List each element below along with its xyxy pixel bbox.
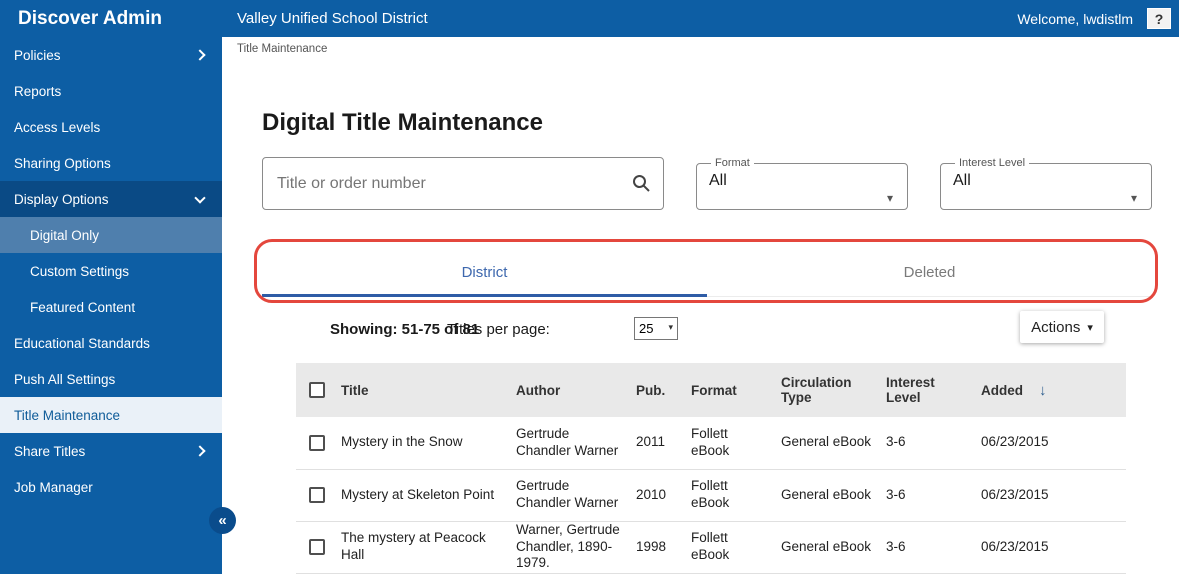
sort-descending-icon[interactable]: ↓ — [1039, 382, 1047, 399]
main-content: Title Maintenance Digital Title Maintena… — [222, 37, 1179, 574]
actions-button[interactable]: Actions ▾ — [1020, 311, 1104, 343]
sidebar-item-label: Push All Settings — [14, 371, 116, 387]
sidebar-item-job-manager[interactable]: Job Manager — [0, 469, 222, 505]
chevron-down-icon — [194, 191, 206, 204]
cell-interest-level: 3-6 — [886, 486, 906, 502]
chevron-right-icon — [194, 445, 206, 457]
table-row: Mystery in the Snow Gertrude Chandler Wa… — [296, 417, 1126, 469]
sidebar-item-educational-standards[interactable]: Educational Standards — [0, 325, 222, 361]
sidebar-item-label: Digital Only — [30, 227, 100, 243]
cell-author: Gertrude Chandler Warner — [516, 478, 619, 510]
sidebar-item-display-options[interactable]: Display Options — [0, 181, 222, 217]
cell-pub: 1998 — [636, 538, 667, 554]
cell-interest-level: 3-6 — [886, 538, 906, 554]
sidebar-item-label: Display Options — [14, 191, 109, 207]
select-all-checkbox[interactable] — [309, 382, 325, 398]
sidebar-item-access-levels[interactable]: Access Levels — [0, 109, 222, 145]
app-title: Discover Admin — [18, 7, 162, 29]
tab-deleted[interactable]: Deleted — [707, 251, 1152, 296]
interest-level-dropdown[interactable]: Interest Level All ▾ — [940, 157, 1152, 210]
cell-circulation-type: General eBook — [781, 486, 872, 502]
col-header-interest-level[interactable]: Interest Level — [886, 363, 981, 417]
per-page-select-wrap: 25 — [634, 317, 678, 340]
chevron-right-icon — [194, 49, 206, 61]
actions-caret-icon: ▾ — [1087, 321, 1093, 334]
col-header-circulation-type[interactable]: Circulation Type — [781, 363, 886, 417]
tab-bar: District Deleted — [262, 251, 1152, 297]
col-header-added[interactable]: Added ↓ — [981, 363, 1126, 417]
cell-title: Mystery in the Snow — [341, 434, 463, 450]
cell-circulation-type: General eBook — [781, 538, 872, 554]
format-dropdown-label: Format — [715, 157, 750, 169]
sidebar-item-sharing-options[interactable]: Sharing Options — [0, 145, 222, 181]
sidebar-item-label: Custom Settings — [30, 263, 130, 279]
cell-circulation-type: General eBook — [781, 434, 872, 450]
table-row: Mystery at Skeleton Point Gertrude Chand… — [296, 469, 1126, 521]
sidebar-item-label: Job Manager — [14, 479, 93, 495]
sidebar-item-featured-content[interactable]: Featured Content — [0, 289, 222, 325]
interest-level-dropdown-label: Interest Level — [959, 157, 1026, 169]
row-checkbox[interactable] — [309, 539, 325, 555]
cell-added: 06/23/2015 — [981, 434, 1049, 450]
format-dropdown[interactable]: Format All ▾ — [696, 157, 908, 210]
page-title: Digital Title Maintenance — [262, 109, 543, 136]
sidebar-item-label: Access Levels — [14, 119, 101, 135]
cell-format: Follett eBook — [691, 530, 730, 562]
sidebar: Policies Reports Access Levels Sharing O… — [0, 37, 222, 574]
col-header-title[interactable]: Title — [341, 363, 516, 417]
dropdown-caret-icon: ▾ — [886, 191, 893, 205]
cell-interest-level: 3-6 — [886, 434, 906, 450]
cell-title: The mystery at Peacock Hall — [341, 530, 486, 562]
sidebar-item-label: Share Titles — [14, 443, 86, 459]
row-checkbox[interactable] — [309, 434, 325, 451]
sidebar-item-push-all-settings[interactable]: Push All Settings — [0, 361, 222, 397]
sidebar-item-custom-settings[interactable]: Custom Settings — [0, 253, 222, 289]
col-header-pub[interactable]: Pub. — [636, 363, 691, 417]
search-icon[interactable] — [631, 173, 651, 193]
help-button[interactable]: ? — [1147, 8, 1171, 29]
interest-level-dropdown-value: All — [953, 172, 971, 189]
per-page-select[interactable]: 25 — [634, 317, 678, 340]
sidebar-item-label: Sharing Options — [14, 155, 111, 171]
cell-added: 06/23/2015 — [981, 538, 1049, 554]
sidebar-item-label: Policies — [14, 47, 61, 63]
sidebar-item-label: Featured Content — [30, 299, 136, 315]
col-header-format[interactable]: Format — [691, 363, 781, 417]
search-input[interactable] — [262, 157, 664, 210]
sidebar-item-reports[interactable]: Reports — [0, 73, 222, 109]
collapse-icon: « — [218, 512, 227, 529]
district-name: Valley Unified School District — [237, 10, 428, 27]
sidebar-item-label: Title Maintenance — [14, 407, 121, 423]
cell-author: Warner, Gertrude Chandler, 1890-1979. — [516, 521, 620, 571]
cell-format: Follett eBook — [691, 425, 730, 458]
cell-added: 06/23/2015 — [981, 486, 1049, 502]
title-search — [262, 157, 664, 210]
dropdown-caret-icon: ▾ — [1130, 191, 1137, 205]
per-page-label: Titles per page: — [447, 321, 550, 338]
sidebar-item-title-maintenance[interactable]: Title Maintenance — [0, 397, 222, 433]
col-header-author[interactable]: Author — [516, 363, 636, 417]
sidebar-item-policies[interactable]: Policies — [0, 37, 222, 73]
sidebar-item-share-titles[interactable]: Share Titles — [0, 433, 222, 469]
cell-pub: 2010 — [636, 486, 667, 502]
sidebar-item-label: Educational Standards — [14, 335, 150, 351]
row-checkbox[interactable] — [309, 487, 325, 503]
cell-pub: 2011 — [636, 434, 666, 450]
sidebar-collapse-button[interactable]: « — [209, 507, 236, 534]
format-dropdown-value: All — [709, 172, 727, 189]
table-row: The mystery at Peacock Hall Warner, Gert… — [296, 521, 1126, 573]
top-bar: Discover Admin Valley Unified School Dis… — [0, 0, 1179, 37]
sidebar-item-label: Reports — [14, 83, 62, 99]
titles-table: Title Author Pub. Format Circulation Typ… — [296, 363, 1126, 574]
breadcrumb: Title Maintenance — [237, 43, 328, 55]
sidebar-item-digital-only[interactable]: Digital Only — [0, 217, 222, 253]
col-header-added-label: Added — [981, 382, 1023, 398]
cell-format: Follett eBook — [691, 478, 730, 510]
table-header-row: Title Author Pub. Format Circulation Typ… — [296, 363, 1126, 417]
actions-button-label: Actions — [1031, 318, 1081, 336]
cell-author: Gertrude Chandler Warner — [516, 425, 619, 458]
cell-title: Mystery at Skeleton Point — [341, 486, 495, 502]
welcome-text: Welcome, lwdistlm — [1017, 10, 1133, 27]
tab-district[interactable]: District — [262, 251, 707, 297]
